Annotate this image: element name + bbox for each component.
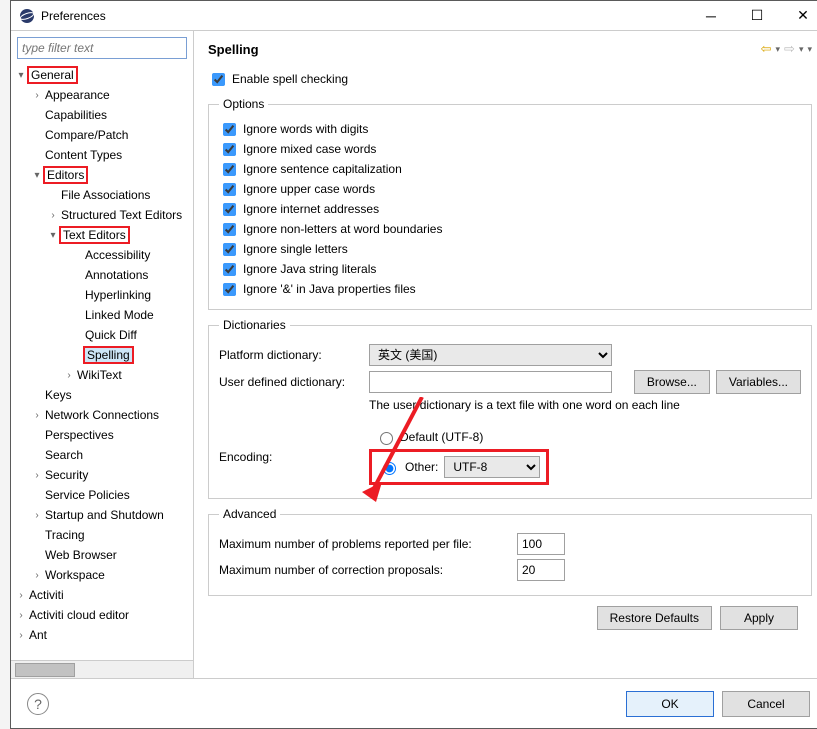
dictionaries-fieldset: Dictionaries Platform dictionary: 英文 (美国…	[208, 318, 812, 499]
maximize-button[interactable]: ☐	[734, 1, 780, 30]
minimize-button[interactable]: ─	[688, 1, 734, 30]
horizontal-scrollbar[interactable]	[11, 660, 193, 678]
tree-network[interactable]: Network Connections	[43, 408, 161, 422]
opt-single-letters[interactable]	[223, 243, 236, 256]
enable-spellcheck-label: Enable spell checking	[232, 72, 348, 86]
tree-file-assoc[interactable]: File Associations	[59, 188, 152, 202]
platform-dict-select[interactable]: 英文 (美国)	[369, 344, 612, 366]
tree-ant[interactable]: Ant	[27, 628, 49, 642]
tree-security[interactable]: Security	[43, 468, 90, 482]
tree-search[interactable]: Search	[43, 448, 85, 462]
opt-non-letters[interactable]	[223, 223, 236, 236]
max-proposals-input[interactable]	[517, 559, 565, 581]
tree-spelling[interactable]: Spelling	[83, 346, 134, 364]
tree-keys[interactable]: Keys	[43, 388, 74, 402]
tree-quick-diff[interactable]: Quick Diff	[83, 328, 139, 342]
tree-startup[interactable]: Startup and Shutdown	[43, 508, 166, 522]
back-menu-icon[interactable]: ▾	[776, 44, 781, 55]
tree-activiti-cloud[interactable]: Activiti cloud editor	[27, 608, 131, 622]
preferences-tree[interactable]: ▾General ›Appearance ·Capabilities ·Comp…	[11, 63, 193, 660]
tree-activiti[interactable]: Activiti	[27, 588, 66, 602]
encoding-label: Encoding:	[219, 450, 369, 464]
enable-spellcheck-checkbox[interactable]	[212, 73, 225, 86]
platform-dict-label: Platform dictionary:	[219, 348, 369, 362]
tree-wikitext[interactable]: WikiText	[75, 368, 124, 382]
user-dict-hint: The user dictionary is a text file with …	[369, 398, 801, 412]
tree-service-policies[interactable]: Service Policies	[43, 488, 132, 502]
restore-defaults-button[interactable]: Restore Defaults	[597, 606, 712, 630]
dictionaries-legend: Dictionaries	[219, 318, 290, 332]
tree-text-editors[interactable]: Text Editors	[59, 226, 130, 244]
tree-annotations[interactable]: Annotations	[83, 268, 150, 282]
opt-sentence-cap[interactable]	[223, 163, 236, 176]
options-fieldset: Options Ignore words with digits Ignore …	[208, 97, 812, 310]
tree-hyperlinking[interactable]: Hyperlinking	[83, 288, 153, 302]
menu-icon[interactable]: ▾	[807, 44, 812, 55]
opt-upper-case[interactable]	[223, 183, 236, 196]
cancel-button[interactable]: Cancel	[722, 691, 810, 717]
filter-box	[17, 37, 187, 59]
sidebar: ▾General ›Appearance ·Capabilities ·Comp…	[11, 31, 194, 678]
encoding-default-radio[interactable]	[380, 432, 393, 445]
filter-input[interactable]	[17, 37, 187, 59]
max-problems-label: Maximum number of problems reported per …	[219, 537, 509, 551]
tree-web-browser[interactable]: Web Browser	[43, 548, 119, 562]
tree-workspace[interactable]: Workspace	[43, 568, 107, 582]
user-dict-label: User defined dictionary:	[219, 375, 369, 389]
encoding-other-radio[interactable]	[383, 462, 396, 475]
tree-accessibility[interactable]: Accessibility	[83, 248, 152, 262]
opt-digits[interactable]	[223, 123, 236, 136]
tree-appearance[interactable]: Appearance	[43, 88, 112, 102]
advanced-legend: Advanced	[219, 507, 280, 521]
tree-compare[interactable]: Compare/Patch	[43, 128, 130, 142]
tree-perspectives[interactable]: Perspectives	[43, 428, 116, 442]
apply-button[interactable]: Apply	[720, 606, 798, 630]
user-dict-input[interactable]	[369, 371, 612, 393]
app-icon	[19, 8, 35, 24]
tree-content-types[interactable]: Content Types	[43, 148, 124, 162]
encoding-other-select[interactable]: UTF-8	[444, 456, 540, 478]
options-legend: Options	[219, 97, 268, 111]
forward-icon[interactable]: ⇨	[784, 41, 795, 57]
tree-general[interactable]: General	[27, 66, 78, 84]
max-problems-input[interactable]	[517, 533, 565, 555]
help-icon[interactable]: ?	[27, 693, 49, 715]
encoding-other-label: Other:	[405, 460, 438, 474]
advanced-fieldset: Advanced Maximum number of problems repo…	[208, 507, 812, 596]
opt-mixed-case[interactable]	[223, 143, 236, 156]
tree-capabilities[interactable]: Capabilities	[43, 108, 109, 122]
page-title: Spelling	[208, 42, 761, 57]
variables-button[interactable]: Variables...	[716, 370, 801, 394]
tree-editors[interactable]: Editors	[43, 166, 88, 184]
opt-ampersand[interactable]	[223, 283, 236, 296]
window-title: Preferences	[41, 9, 688, 23]
tree-tracing[interactable]: Tracing	[43, 528, 87, 542]
max-proposals-label: Maximum number of correction proposals:	[219, 563, 509, 577]
opt-java-string[interactable]	[223, 263, 236, 276]
tree-structured[interactable]: Structured Text Editors	[59, 208, 184, 222]
forward-menu-icon[interactable]: ▾	[799, 44, 804, 55]
browse-button[interactable]: Browse...	[634, 370, 710, 394]
back-icon[interactable]: ⇦	[761, 41, 772, 57]
close-button[interactable]: ✕	[780, 1, 817, 30]
tree-linked-mode[interactable]: Linked Mode	[83, 308, 156, 322]
ok-button[interactable]: OK	[626, 691, 714, 717]
opt-internet[interactable]	[223, 203, 236, 216]
encoding-default-label: Default (UTF-8)	[400, 430, 483, 444]
title-bar: Preferences ─ ☐ ✕	[11, 1, 817, 31]
